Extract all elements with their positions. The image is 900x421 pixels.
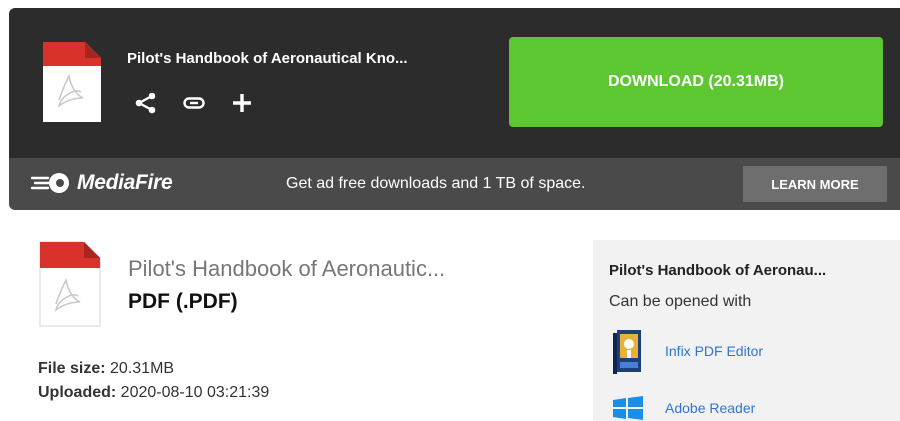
app-infix-pdf-editor[interactable]: Infix PDF Editor xyxy=(611,328,763,374)
pdf-file-icon xyxy=(41,40,103,124)
share-icon[interactable] xyxy=(133,90,159,116)
open-with-panel: Pilot's Handbook of Aeronau... Can be op… xyxy=(593,240,900,421)
panel-subtitle: Can be opened with xyxy=(609,293,752,310)
link-icon[interactable] xyxy=(181,90,207,116)
uploaded-label: Uploaded: xyxy=(38,384,117,401)
file-type: PDF (.PDF) xyxy=(128,290,238,313)
mediafire-logo[interactable]: MediaFire xyxy=(31,171,173,195)
file-size-label: File size: xyxy=(38,360,106,377)
learn-more-button[interactable]: LEARN MORE xyxy=(743,166,887,202)
file-size-row: File size: 20.31MB xyxy=(38,360,174,378)
upload-date-row: Uploaded: 2020-08-10 03:21:39 xyxy=(38,384,269,402)
app-name[interactable]: Adobe Reader xyxy=(665,400,755,416)
promo-message: Get ad free downloads and 1 TB of space. xyxy=(286,175,586,192)
download-file-title: Pilot's Handbook of Aeronautical Kno... xyxy=(127,50,408,67)
file-size-value: 20.31MB xyxy=(110,360,175,377)
promo-banner: MediaFire Get ad free downloads and 1 TB… xyxy=(9,158,900,210)
panel-title: Pilot's Handbook of Aeronau... xyxy=(609,262,827,279)
infix-pdf-editor-icon xyxy=(613,330,641,374)
windows-icon xyxy=(613,396,643,420)
app-adobe-reader[interactable]: Adobe Reader xyxy=(611,395,755,421)
uploaded-value: 2020-08-10 03:21:39 xyxy=(120,384,270,401)
app-name[interactable]: Infix PDF Editor xyxy=(665,343,763,359)
download-button[interactable]: DOWNLOAD (20.31MB) xyxy=(509,37,883,127)
file-name: Pilot's Handbook of Aeronautic... xyxy=(128,256,446,281)
file-actions xyxy=(133,90,277,116)
plus-icon[interactable] xyxy=(229,90,255,116)
download-bar: Pilot's Handbook of Aeronautical Kno... … xyxy=(9,8,900,158)
mediafire-flame-icon xyxy=(31,173,69,193)
mediafire-logo-text: MediaFire xyxy=(77,171,173,194)
pdf-file-icon xyxy=(38,240,102,328)
